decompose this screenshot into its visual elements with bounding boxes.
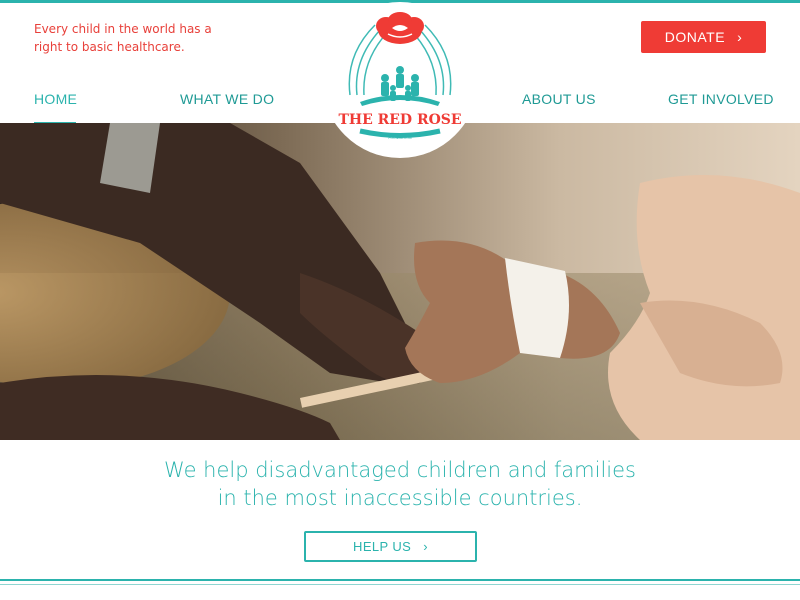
red-rose-foundation-logo[interactable]: THE RED ROSE FOUNDATION: [320, 0, 480, 160]
mission-statement: We help disadvantaged children and famil…: [100, 456, 700, 512]
mission-line-1: We help disadvantaged children and famil…: [164, 458, 636, 482]
logo-subtitle: FOUNDATION: [388, 136, 412, 140]
chevron-right-icon: ›: [423, 539, 428, 554]
nav-item-about-us[interactable]: ABOUT US: [522, 91, 596, 107]
help-us-button-label: HELP US: [353, 539, 412, 554]
nav-item-get-involved[interactable]: GET INVOLVED: [668, 91, 774, 107]
hero-photo-illustration: [0, 123, 800, 440]
nav-item-home[interactable]: HOME: [34, 91, 77, 107]
chevron-right-icon: ›: [737, 29, 743, 45]
logo-name: THE RED ROSE: [338, 112, 461, 128]
footer-divider-thin: [0, 584, 800, 585]
help-us-button[interactable]: HELP US ›: [304, 531, 477, 562]
hero-image: [0, 123, 800, 440]
donate-button[interactable]: DONATE ›: [641, 21, 766, 53]
donate-button-label: DONATE: [664, 29, 726, 45]
mission-line-2: in the most inaccessible countries.: [217, 486, 583, 510]
footer-divider: [0, 579, 800, 581]
nav-item-what-we-do[interactable]: WHAT WE DO: [180, 91, 274, 107]
logo-emblem: THE RED ROSE FOUNDATION: [322, 2, 478, 158]
tagline: Every child in the world has a right to …: [34, 22, 212, 54]
